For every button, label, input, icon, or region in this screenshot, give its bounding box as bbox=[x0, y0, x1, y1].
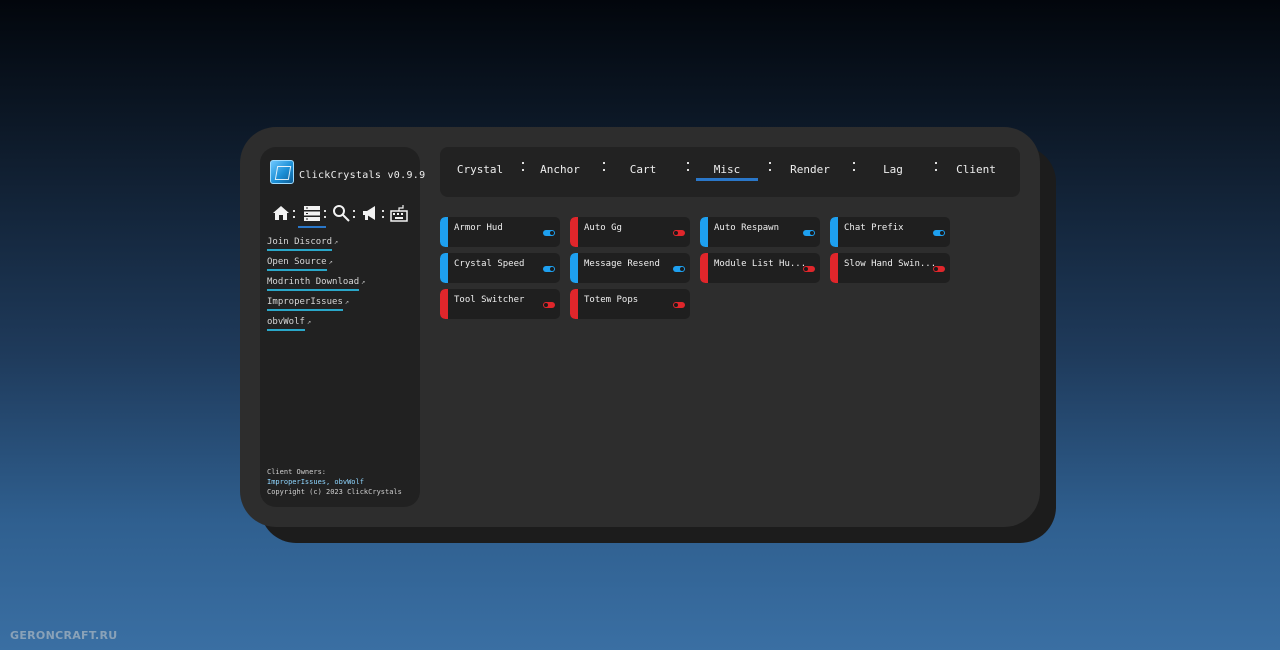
tab-misc[interactable]: Misc bbox=[714, 163, 741, 176]
keyboard-icon[interactable] bbox=[390, 204, 408, 222]
tab-separator bbox=[687, 162, 689, 172]
module-label: Slow Hand Swin... bbox=[844, 259, 937, 269]
tab-cart[interactable]: Cart bbox=[630, 163, 657, 176]
module-label: Auto Respawn bbox=[714, 223, 780, 233]
module-label: Chat Prefix bbox=[844, 223, 904, 233]
sidebar-footer: Client Owners: ImproperIssues, obvWolf C… bbox=[267, 467, 402, 497]
module-label: Crystal Speed bbox=[454, 259, 525, 269]
module-toggle[interactable] bbox=[543, 302, 555, 308]
category-tabbar: Crystal Anchor Cart Misc Render Lag Clie… bbox=[440, 147, 1020, 197]
module-card[interactable]: Message Resend bbox=[570, 253, 690, 283]
module-card[interactable]: Crystal Speed bbox=[440, 253, 560, 283]
module-label: Auto Gg bbox=[584, 223, 622, 233]
tab-render[interactable]: Render bbox=[790, 163, 830, 176]
separator-icon bbox=[382, 210, 384, 220]
module-status-bar bbox=[830, 217, 838, 247]
sidebar-icon-row bbox=[272, 204, 412, 226]
module-toggle[interactable] bbox=[543, 266, 555, 272]
owners-label: Client Owners: bbox=[267, 468, 327, 476]
module-toggle[interactable] bbox=[543, 230, 555, 236]
link-join-discord[interactable]: Join Discord ↗ bbox=[267, 237, 365, 252]
app-title: ClickCrystals v0.9.9 bbox=[299, 170, 426, 181]
logo-icon bbox=[270, 160, 294, 184]
module-card[interactable]: Armor Hud bbox=[440, 217, 560, 247]
active-icon-indicator bbox=[298, 226, 326, 228]
search-icon[interactable] bbox=[332, 204, 350, 222]
module-toggle[interactable] bbox=[803, 230, 815, 236]
module-toggle[interactable] bbox=[803, 266, 815, 272]
module-label: Totem Pops bbox=[584, 295, 639, 305]
separator-icon bbox=[353, 210, 355, 220]
home-icon[interactable] bbox=[272, 204, 290, 222]
module-card[interactable]: Chat Prefix bbox=[830, 217, 950, 247]
module-card[interactable]: Auto Gg bbox=[570, 217, 690, 247]
link-modrinth-download[interactable]: Modrinth Download ↗ bbox=[267, 277, 365, 292]
link-obvwolf[interactable]: obvWolf ↗ bbox=[267, 317, 365, 332]
module-status-bar bbox=[830, 253, 838, 283]
module-status-bar bbox=[700, 217, 708, 247]
module-toggle[interactable] bbox=[673, 230, 685, 236]
module-toggle[interactable] bbox=[673, 266, 685, 272]
modules-icon[interactable] bbox=[303, 204, 321, 222]
module-label: Tool Switcher bbox=[454, 295, 525, 305]
link-improperissues[interactable]: ImproperIssues ↗ bbox=[267, 297, 365, 312]
tab-separator bbox=[603, 162, 605, 172]
module-card[interactable]: Auto Respawn bbox=[700, 217, 820, 247]
owners-names: ImproperIssues, obvWolf bbox=[267, 478, 364, 486]
tab-anchor[interactable]: Anchor bbox=[540, 163, 580, 176]
active-tab-indicator bbox=[696, 178, 758, 181]
module-card[interactable]: Tool Switcher bbox=[440, 289, 560, 319]
module-status-bar bbox=[570, 289, 578, 319]
link-open-source[interactable]: Open Source ↗ bbox=[267, 257, 365, 272]
external-link-icon: ↗ bbox=[306, 318, 312, 326]
separator-icon bbox=[324, 210, 326, 220]
module-label: Module List Hu... bbox=[714, 259, 807, 269]
module-toggle[interactable] bbox=[933, 266, 945, 272]
announcement-icon[interactable] bbox=[361, 204, 379, 222]
module-status-bar bbox=[440, 289, 448, 319]
watermark: GERONCRAFT.RU bbox=[10, 629, 118, 642]
module-card[interactable]: Totem Pops bbox=[570, 289, 690, 319]
tab-crystal[interactable]: Crystal bbox=[457, 163, 503, 176]
module-status-bar bbox=[440, 253, 448, 283]
module-card[interactable]: Slow Hand Swin... bbox=[830, 253, 950, 283]
module-status-bar bbox=[570, 217, 578, 247]
module-label: Armor Hud bbox=[454, 223, 503, 233]
external-link-icon: ↗ bbox=[328, 258, 333, 266]
tab-separator bbox=[522, 162, 524, 172]
external-link-icon: ↗ bbox=[344, 298, 350, 306]
module-status-bar bbox=[570, 253, 578, 283]
tab-lag[interactable]: Lag bbox=[883, 163, 903, 176]
tab-separator bbox=[769, 162, 771, 172]
module-card[interactable]: Module List Hu... bbox=[700, 253, 820, 283]
module-status-bar bbox=[440, 217, 448, 247]
tab-separator bbox=[935, 162, 937, 172]
tab-separator bbox=[853, 162, 855, 172]
module-status-bar bbox=[700, 253, 708, 283]
external-link-icon: ↗ bbox=[334, 238, 339, 246]
separator-icon bbox=[293, 210, 295, 220]
external-link-icon: ↗ bbox=[361, 278, 366, 286]
module-label: Message Resend bbox=[584, 259, 660, 269]
tab-client[interactable]: Client bbox=[956, 163, 996, 176]
sidebar-links: Join Discord ↗ Open Source ↗ Modrinth Down… bbox=[267, 237, 365, 337]
copyright-text: Copyright (c) 2023 ClickCrystals bbox=[267, 488, 402, 496]
module-toggle[interactable] bbox=[673, 302, 685, 308]
module-toggle[interactable] bbox=[933, 230, 945, 236]
